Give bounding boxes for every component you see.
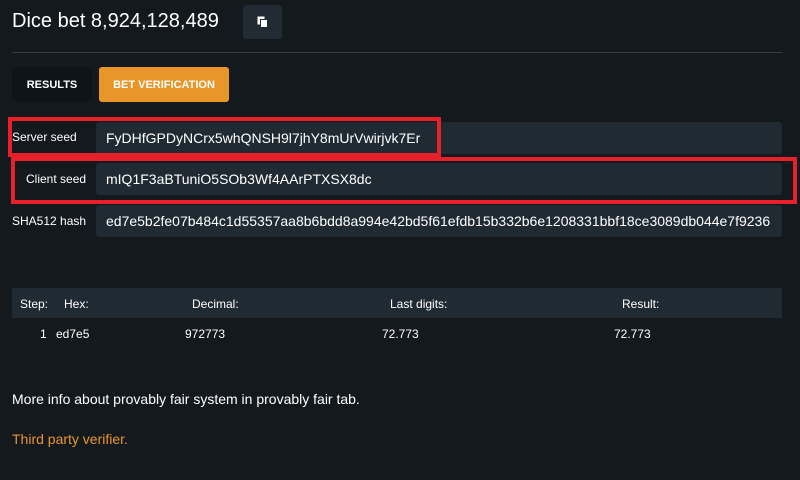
row-last-digits: 72.773 [382,327,419,341]
row-hex: ed7e5 [56,327,90,341]
tab-results[interactable]: RESULTS [12,67,92,102]
header-last-digits: Last digits: [390,297,448,311]
row-decimal: 972773 [185,327,226,341]
sha512-hash-field[interactable]: ed7e5b2fe07b484c1d55357aa8b6bdd8a994e42b… [96,205,782,237]
tab-bet-verification[interactable]: BET VERIFICATION [99,67,229,102]
copy-button[interactable] [243,5,282,39]
row-result: 72.773 [614,327,651,341]
header-result: Result: [622,297,660,311]
server-seed-field[interactable]: FyDHfGPDyNCrx5whQNSH9l7jhY8mUrVwirjvk7Er [96,122,782,154]
header-step: Step: [20,297,49,311]
copy-icon [257,16,268,28]
header-hex: Hex: [64,297,89,311]
client-seed-field[interactable]: mIQ1F3aBTuniO5SOb3Wf4AArPTXSX8dc [96,163,782,195]
sha512-hash-label: SHA512 hash [12,214,87,228]
page-title: Dice bet 8,924,128,489 [12,10,219,32]
row-step: 1 [40,327,47,341]
third-party-verifier-link[interactable]: Third party verifier. [12,431,128,447]
client-seed-label: Client seed [26,172,87,186]
header-decimal: Decimal: [192,297,239,311]
info-text: More info about provably fair system in … [12,391,360,407]
divider [12,52,782,53]
server-seed-label: Server seed [12,130,77,144]
